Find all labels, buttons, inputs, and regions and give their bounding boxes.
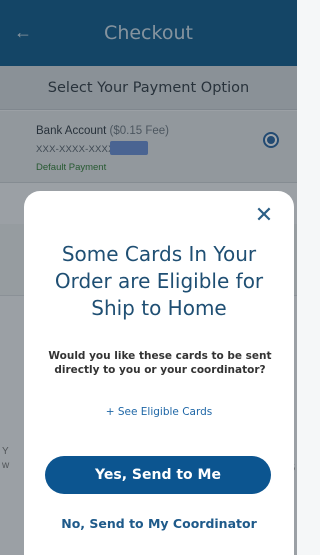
see-eligible-cards-link[interactable]: + See Eligible Cards [24, 406, 294, 418]
ship-to-home-modal: ✕ Some Cards In Your Order are Eligible … [24, 191, 294, 555]
send-to-coordinator-button[interactable]: No, Send to My Coordinator [24, 516, 294, 531]
modal-question: Would you like these cards to be sent di… [48, 350, 272, 376]
send-to-me-button[interactable]: Yes, Send to Me [45, 456, 271, 494]
close-icon[interactable]: ✕ [253, 205, 275, 227]
modal-heading: Some Cards In Your Order are Eligible fo… [54, 242, 264, 320]
